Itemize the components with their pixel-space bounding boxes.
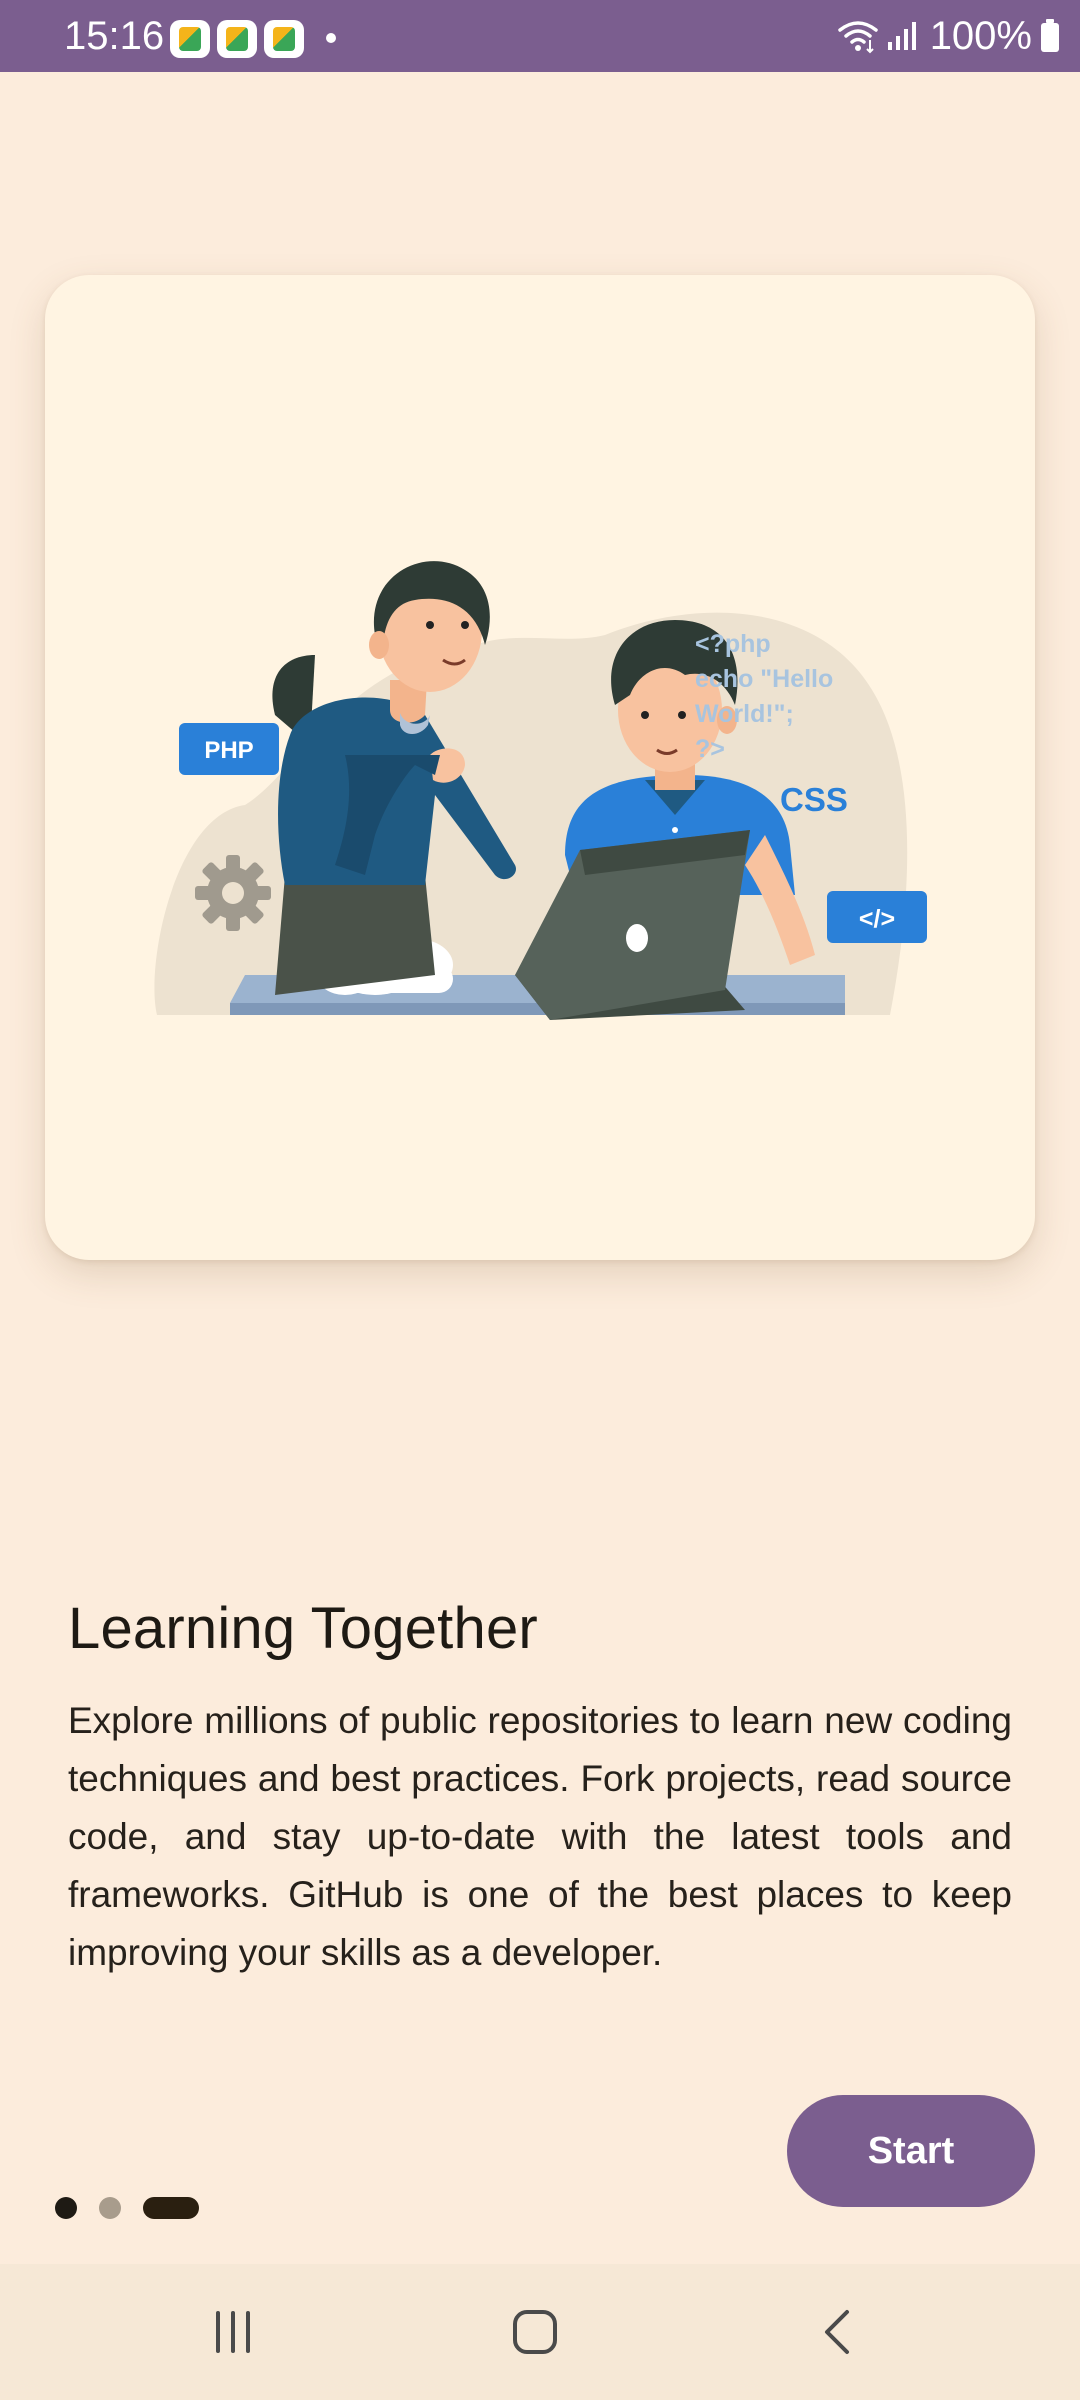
home-icon	[513, 2310, 557, 2354]
recent-apps-button[interactable]	[183, 2294, 283, 2370]
page-indicator-dot[interactable]	[55, 2197, 77, 2219]
illustration-card: PHP <?php echo "Hello World!"; ?> CSS </…	[45, 275, 1035, 1260]
page-title: Learning Together	[68, 1596, 538, 1661]
status-indicators: 100%	[836, 10, 1060, 62]
page-description: Explore millions of public repositories …	[68, 1700, 1012, 1973]
code-tag-badge: </>	[827, 891, 927, 943]
battery-icon	[1041, 19, 1059, 52]
back-icon	[825, 2310, 849, 2354]
app-notification-icon	[217, 20, 257, 58]
system-navigation-bar	[0, 2264, 1080, 2400]
back-button[interactable]	[788, 2294, 888, 2370]
notification-dot-icon	[326, 33, 336, 43]
wifi-icon	[837, 21, 878, 54]
svg-text:echo "Hello: echo "Hello	[695, 665, 833, 693]
start-button[interactable]: Start	[787, 2095, 1035, 2207]
svg-text:<?php: <?php	[695, 630, 771, 658]
app-notification-icon	[264, 20, 304, 58]
app-notification-icon	[170, 20, 210, 58]
gear-icon	[195, 855, 271, 931]
status-time: 15:16	[64, 14, 165, 58]
page-indicator-dot[interactable]	[99, 2197, 121, 2219]
home-button[interactable]	[485, 2294, 585, 2370]
battery-level: 100%	[929, 14, 1032, 58]
svg-text:PHP: PHP	[204, 737, 253, 764]
page-indicator-dot-active[interactable]	[143, 2197, 199, 2219]
learning-together-illustration: PHP <?php echo "Hello World!"; ?> CSS </…	[154, 561, 927, 1020]
signal-icon	[887, 22, 916, 50]
svg-text:World!";: World!";	[695, 700, 794, 728]
svg-text:?>: ?>	[695, 735, 725, 763]
recent-apps-icon	[216, 2311, 250, 2353]
status-bar: 15:16 100%	[0, 0, 1080, 72]
svg-text:</>: </>	[859, 905, 895, 933]
php-badge: PHP	[179, 723, 279, 775]
css-label: CSS	[780, 781, 848, 818]
